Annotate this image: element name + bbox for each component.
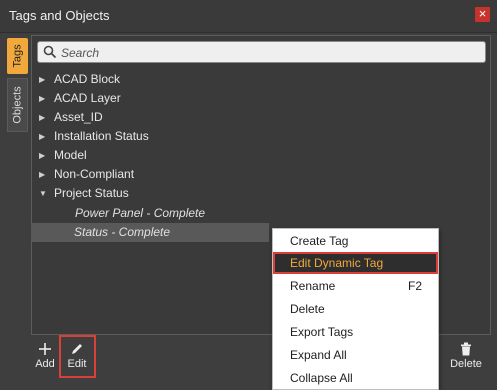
add-label: Add	[35, 358, 55, 370]
tree-item-project-status[interactable]: ▼ Project Status	[31, 184, 491, 203]
menu-item-create-tag[interactable]: Create Tag	[273, 230, 438, 252]
tab-objects[interactable]: Objects	[7, 78, 28, 132]
tree-item-installation-status[interactable]: ▶ Installation Status	[31, 127, 491, 146]
title-bar: Tags and Objects ×	[0, 0, 497, 33]
tree-child-label: Power Panel - Complete	[75, 206, 206, 220]
expand-caret-icon[interactable]: ▶	[39, 146, 45, 165]
tree-item-label: Non-Compliant	[54, 167, 135, 181]
expand-caret-icon[interactable]: ▶	[39, 108, 45, 127]
trash-icon	[461, 342, 471, 356]
close-icon: ×	[478, 6, 487, 21]
menu-item-rename[interactable]: Rename F2	[273, 275, 438, 297]
search-icon	[43, 45, 57, 59]
menu-item-label: Expand All	[290, 348, 347, 362]
pencil-icon	[72, 344, 82, 354]
search-box[interactable]	[37, 41, 486, 63]
tab-tags[interactable]: Tags	[7, 38, 28, 74]
expand-caret-icon[interactable]: ▶	[39, 127, 45, 146]
add-button[interactable]: Add	[33, 342, 57, 370]
tree-item-label: ACAD Block	[54, 72, 121, 86]
menu-item-label: Delete	[290, 302, 325, 316]
tree-item-label: Project Status	[54, 186, 129, 200]
tree-child-label: Status - Complete	[74, 225, 171, 239]
tree-item-label: Installation Status	[54, 129, 149, 143]
expand-caret-icon[interactable]: ▶	[39, 165, 45, 184]
edit-button[interactable]: Edit	[63, 342, 91, 370]
tab-tags-label: Tags	[11, 44, 24, 68]
edit-label: Edit	[67, 358, 87, 370]
menu-item-label: Edit Dynamic Tag	[290, 256, 384, 270]
menu-item-delete[interactable]: Delete	[273, 298, 438, 320]
tree-item-label: Asset_ID	[54, 110, 103, 124]
menu-item-edit-dynamic-tag[interactable]: Edit Dynamic Tag	[273, 252, 438, 274]
menu-item-label: Rename	[290, 279, 336, 293]
context-menu: Create Tag Edit Dynamic Tag Rename F2 De…	[272, 228, 439, 390]
delete-button[interactable]: Delete	[447, 342, 485, 370]
close-button[interactable]: ×	[475, 7, 490, 22]
tree-item-acad-block[interactable]: ▶ ACAD Block	[31, 70, 491, 89]
menu-item-label: Create Tag	[290, 234, 349, 248]
tree-item-asset-id[interactable]: ▶ Asset_ID	[31, 108, 491, 127]
menu-item-export-tags[interactable]: Export Tags	[273, 321, 438, 343]
expand-caret-icon[interactable]: ▶	[39, 70, 45, 89]
expand-caret-icon[interactable]: ▶	[39, 89, 45, 108]
tree-child-status-complete[interactable]: Status - Complete	[31, 223, 269, 242]
tree-item-model[interactable]: ▶ Model	[31, 146, 491, 165]
collapse-caret-icon[interactable]: ▼	[39, 184, 47, 203]
menu-item-label: Export Tags	[290, 325, 354, 339]
tree-child-power-panel-complete[interactable]: Power Panel - Complete	[31, 204, 491, 223]
tree-item-label: ACAD Layer	[54, 91, 121, 105]
tree-item-acad-layer[interactable]: ▶ ACAD Layer	[31, 89, 491, 108]
tab-objects-label: Objects	[11, 86, 24, 124]
window-title: Tags and Objects	[9, 8, 110, 23]
delete-label: Delete	[450, 358, 482, 370]
tree-item-non-compliant[interactable]: ▶ Non-Compliant	[31, 165, 491, 184]
search-input[interactable]	[59, 43, 463, 63]
plus-icon	[39, 343, 51, 355]
tree-item-label: Model	[54, 148, 87, 162]
menu-item-shortcut: F2	[407, 279, 422, 293]
menu-item-expand-all[interactable]: Expand All	[273, 344, 438, 366]
